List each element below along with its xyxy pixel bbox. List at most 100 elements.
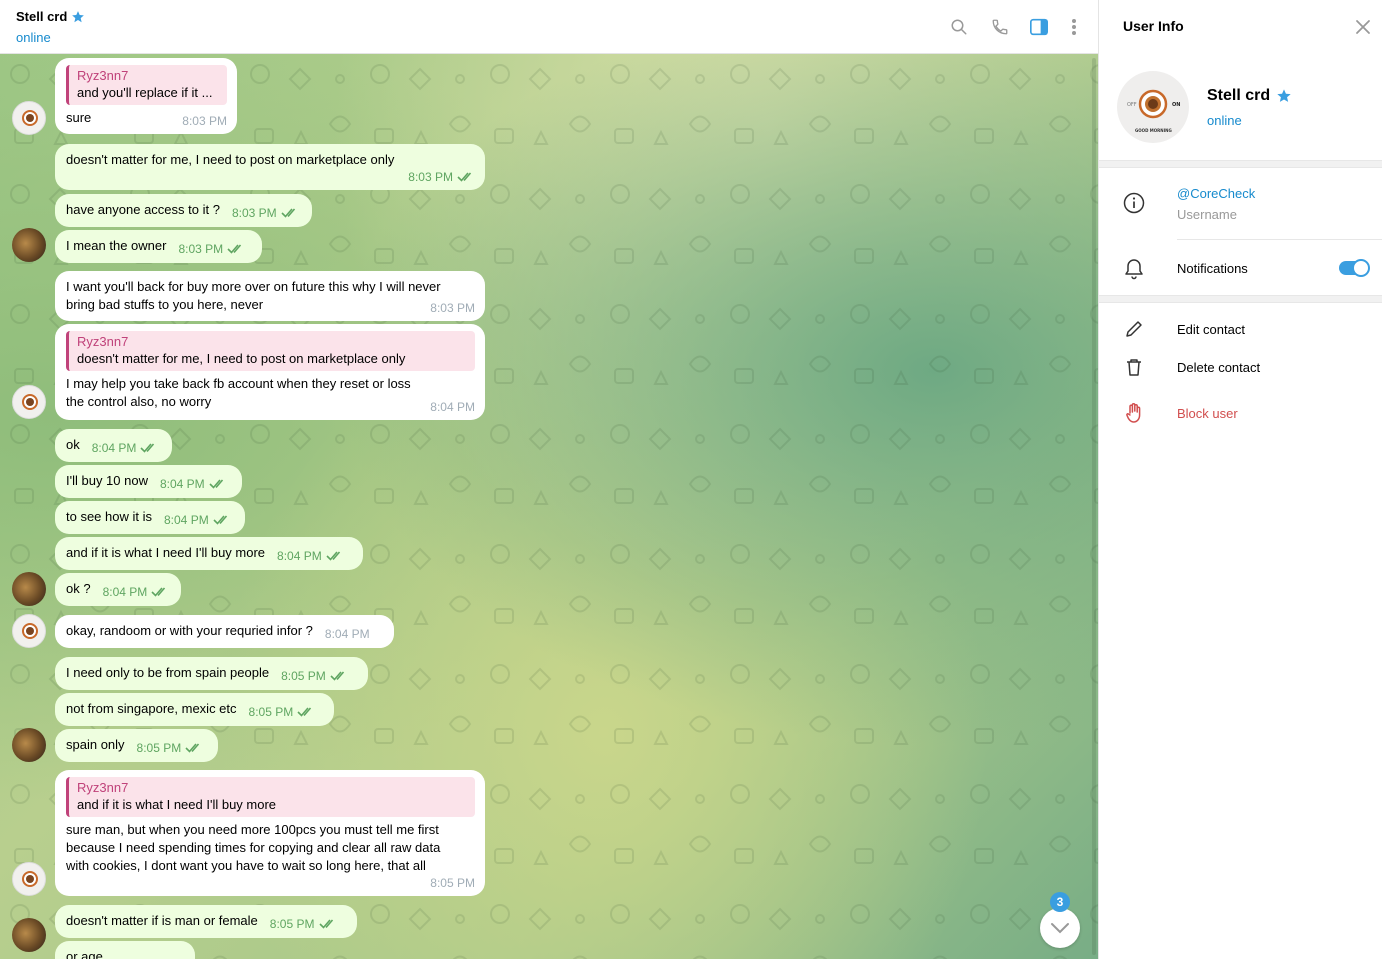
reply-author: Ryz3nn7 <box>77 780 129 795</box>
avatar[interactable] <box>12 614 46 648</box>
message-text: ok <box>66 437 80 452</box>
message-time: 8:04 PM <box>91 441 137 455</box>
notifications-toggle[interactable] <box>1339 259 1370 277</box>
double-check-icon <box>326 551 340 561</box>
double-check-icon <box>151 587 166 597</box>
message-time: 8:05 PM <box>269 917 315 931</box>
reply-quote[interactable]: Ryz3nn7 doesn't matter for me, I need to… <box>66 331 475 371</box>
message-bubble-outgoing[interactable]: ok 8:04 PM <box>55 429 172 462</box>
reply-text: doesn't matter for me, I need to post on… <box>77 351 406 366</box>
message-bubble-incoming[interactable]: Ryz3nn7 and you'll replace if it ... sur… <box>55 58 237 134</box>
message-time: 8:03 PM <box>178 242 224 256</box>
block-user-button[interactable]: Block user <box>1177 406 1238 421</box>
reply-text: and you'll replace if it ... <box>77 85 213 100</box>
message-time: 8:03 PM <box>408 170 453 184</box>
avatar[interactable] <box>12 101 46 135</box>
message-text: ok ? <box>66 581 91 596</box>
avatar[interactable] <box>12 862 46 896</box>
message-text: have anyone access to it ? <box>66 202 220 217</box>
message-time: 8:05 PM <box>136 741 182 755</box>
avatar[interactable] <box>12 728 46 762</box>
message-bubble-incoming[interactable]: okay, randoom or with your requried info… <box>55 615 394 648</box>
message-time: 8:03 PM <box>430 301 475 315</box>
user-info-panel: User Info OFF ON GOOD MORNING Stell crd … <box>1098 0 1382 959</box>
message-bubble-outgoing[interactable]: to see how it is 8:04 PM <box>55 501 245 534</box>
reply-author: Ryz3nn7 <box>77 68 129 83</box>
chat-scrollbar[interactable] <box>1092 58 1096 955</box>
message-text: okay, randoom or with your requried info… <box>66 623 313 638</box>
message-bubble-outgoing[interactable]: spain only 8:05 PM <box>55 729 218 762</box>
double-check-icon <box>213 515 227 525</box>
sidebar-toggle-icon[interactable] <box>1029 17 1049 37</box>
message-text: sure man, but when you need more 100pcs … <box>66 822 441 873</box>
message-time: 8:05 PM <box>248 705 294 719</box>
message-text: I'll buy 10 now <box>66 473 148 488</box>
message-bubble-outgoing[interactable]: doesn't matter if is man or female 8:05 P… <box>55 905 357 938</box>
profile-status: online <box>1207 113 1242 128</box>
search-icon[interactable] <box>949 17 969 37</box>
message-text: I mean the owner <box>66 238 167 253</box>
message-bubble-incoming[interactable]: I want you'll back for buy more over on … <box>55 271 485 321</box>
profile-name: Stell crd <box>1207 87 1292 105</box>
trash-icon <box>1123 356 1145 378</box>
message-text: and if it is what I need I'll buy more <box>66 545 266 560</box>
message-text: I want you'll back for buy more over on … <box>66 279 441 312</box>
message-time: 8:04 PM <box>277 549 322 563</box>
hand-block-icon <box>1123 402 1145 424</box>
section-divider <box>1099 160 1382 168</box>
double-check-icon <box>330 671 344 681</box>
message-bubble-outgoing[interactable]: not from singapore, mexic etc 8:05 PM <box>55 693 334 726</box>
double-check-icon <box>209 479 223 489</box>
message-bubble-outgoing[interactable]: and if it is what I need I'll buy more 8:… <box>55 537 363 570</box>
section-divider <box>1099 295 1382 303</box>
message-bubble-incoming[interactable]: Ryz3nn7 and if it is what I need I'll bu… <box>55 770 485 896</box>
double-check-icon <box>281 208 295 218</box>
message-bubble-outgoing[interactable]: I'll buy 10 now 8:04 PM <box>55 465 242 498</box>
avatar[interactable] <box>12 572 46 606</box>
double-check-icon <box>140 443 155 453</box>
reply-quote[interactable]: Ryz3nn7 and you'll replace if it ... <box>66 65 227 105</box>
avatar[interactable] <box>12 228 46 262</box>
divider <box>1177 239 1382 240</box>
message-time: 8:05 PM <box>281 669 326 683</box>
message-bubble-incoming[interactable]: Ryz3nn7 doesn't matter for me, I need to… <box>55 324 485 420</box>
reply-quote[interactable]: Ryz3nn7 and if it is what I need I'll bu… <box>66 777 475 817</box>
chat-title[interactable]: Stell crd <box>16 9 85 24</box>
message-bubble-outgoing[interactable]: ok ? 8:04 PM <box>55 573 181 606</box>
message-time: 8:04 PM <box>159 477 205 491</box>
svg-text:ON: ON <box>1172 102 1180 108</box>
message-time: 8:03 PM <box>231 206 277 220</box>
message-bubble-outgoing[interactable]: have anyone access to it ? 8:03 PM <box>55 194 312 227</box>
phone-icon[interactable] <box>990 17 1010 37</box>
message-time: 8:05 PM <box>430 876 475 890</box>
avatar[interactable] <box>12 918 46 952</box>
close-icon[interactable] <box>1355 19 1371 35</box>
message-text: I may help you take back fb account when… <box>66 376 411 409</box>
message-bubble-outgoing[interactable]: doesn't matter for me, I need to post on… <box>55 144 485 190</box>
edit-contact-button[interactable]: Edit contact <box>1177 322 1245 337</box>
message-bubble-outgoing[interactable]: or age <box>55 941 195 959</box>
reply-text: and if it is what I need I'll buy more <box>77 797 277 812</box>
username-value[interactable]: @CoreCheck <box>1177 186 1255 201</box>
username-label: Username <box>1177 207 1237 222</box>
star-icon <box>72 10 85 22</box>
delete-contact-button[interactable]: Delete contact <box>1177 360 1260 375</box>
message-text: doesn't matter if is man or female <box>66 913 258 928</box>
scroll-down-button[interactable] <box>1040 908 1080 948</box>
chat-title-text[interactable]: Stell crd <box>16 9 67 24</box>
double-check-icon <box>457 172 472 182</box>
notifications-label: Notifications <box>1177 261 1248 276</box>
profile-avatar[interactable]: OFF ON GOOD MORNING <box>1117 71 1189 143</box>
message-text: to see how it is <box>66 509 152 524</box>
star-icon <box>1277 89 1291 102</box>
message-bubble-outgoing[interactable]: I need only to be from spain people 8:05 … <box>55 657 368 690</box>
chat-messages-area[interactable]: Ryz3nn7 and you'll replace if it ... sur… <box>0 54 1098 959</box>
chat-header: Stell crd online <box>0 0 1098 54</box>
info-icon <box>1123 192 1145 214</box>
svg-text:GOOD MORNING: GOOD MORNING <box>1135 128 1172 133</box>
message-time: 8:03 PM <box>182 114 227 128</box>
more-vert-icon[interactable] <box>1064 17 1084 37</box>
avatar[interactable] <box>12 385 46 419</box>
message-bubble-outgoing[interactable]: I mean the owner 8:03 PM <box>55 230 262 263</box>
message-text: doesn't matter for me, I need to post on… <box>66 152 395 167</box>
